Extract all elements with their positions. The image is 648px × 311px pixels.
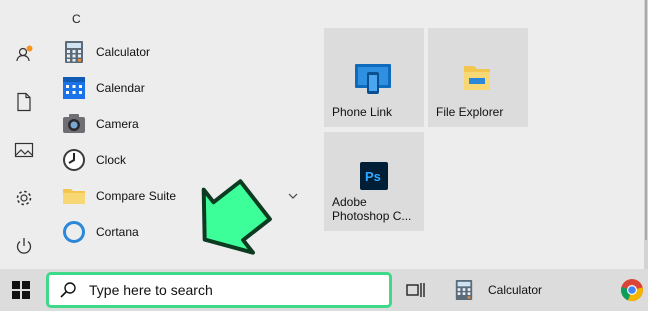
search-placeholder: Type here to search	[89, 282, 213, 298]
document-icon	[17, 92, 31, 112]
start-button[interactable]	[8, 277, 34, 303]
pictures-icon	[14, 142, 34, 158]
chrome-icon	[621, 279, 643, 302]
task-view-button[interactable]	[404, 279, 426, 301]
photoshop-icon: Ps	[360, 162, 388, 193]
green-pointer-arrow	[201, 179, 272, 255]
app-label-calendar: Calendar	[96, 81, 145, 95]
calendar-icon	[62, 76, 86, 100]
start-scrollbar[interactable]	[644, 0, 648, 269]
app-label-clock: Clock	[96, 153, 127, 167]
taskbar-app-label: Calculator	[488, 283, 543, 297]
file-explorer-icon	[456, 58, 498, 101]
tile-adobe-photoshop[interactable]: Ps Adobe Photoshop C...	[324, 132, 424, 231]
taskbar-app-chrome[interactable]	[620, 278, 644, 302]
app-item-camera[interactable]: Camera	[62, 107, 308, 141]
start-menu: C Calculator Calendar Camera Clock Compa…	[0, 0, 648, 269]
app-label-calculator: Calculator	[96, 45, 151, 59]
documents-button[interactable]	[10, 88, 38, 116]
app-label-cortana: Cortana	[96, 225, 139, 239]
camera-icon	[62, 112, 86, 136]
tile-label-adobe-photoshop: Adobe Photoshop C...	[332, 195, 412, 223]
user-icon	[16, 45, 33, 62]
clock-icon	[62, 148, 86, 172]
taskbar: Type here to search Calculator	[0, 269, 648, 311]
scrollbar-thumb[interactable]	[645, 0, 647, 240]
tile-label-phone-link: Phone Link	[332, 105, 393, 119]
cortana-icon	[62, 220, 86, 244]
calculator-icon	[62, 40, 86, 64]
taskbar-app-calculator[interactable]: Calculator	[446, 269, 606, 311]
pictures-button[interactable]	[10, 136, 38, 164]
folder-icon	[62, 184, 86, 208]
tile-label-file-explorer: File Explorer	[436, 105, 504, 119]
group-letter-header[interactable]: C	[72, 12, 81, 26]
power-icon	[16, 238, 32, 254]
power-button[interactable]	[10, 232, 38, 260]
task-view-icon	[406, 283, 425, 297]
settings-icon	[16, 190, 32, 206]
photoshop-icon-text: Ps	[365, 169, 381, 184]
start-left-rail	[0, 0, 48, 269]
tile-phone-link[interactable]: Phone Link	[324, 28, 424, 127]
windows-logo-icon	[12, 281, 30, 299]
user-account-button[interactable]	[10, 40, 38, 68]
phone-link-icon	[352, 58, 394, 101]
app-label-camera: Camera	[96, 117, 139, 131]
settings-button[interactable]	[10, 184, 38, 212]
app-item-calculator[interactable]: Calculator	[62, 35, 308, 69]
app-item-calendar[interactable]: Calendar	[62, 71, 308, 105]
search-icon	[59, 280, 79, 300]
calculator-taskbar-icon	[454, 279, 476, 301]
tile-file-explorer[interactable]: File Explorer	[428, 28, 528, 127]
